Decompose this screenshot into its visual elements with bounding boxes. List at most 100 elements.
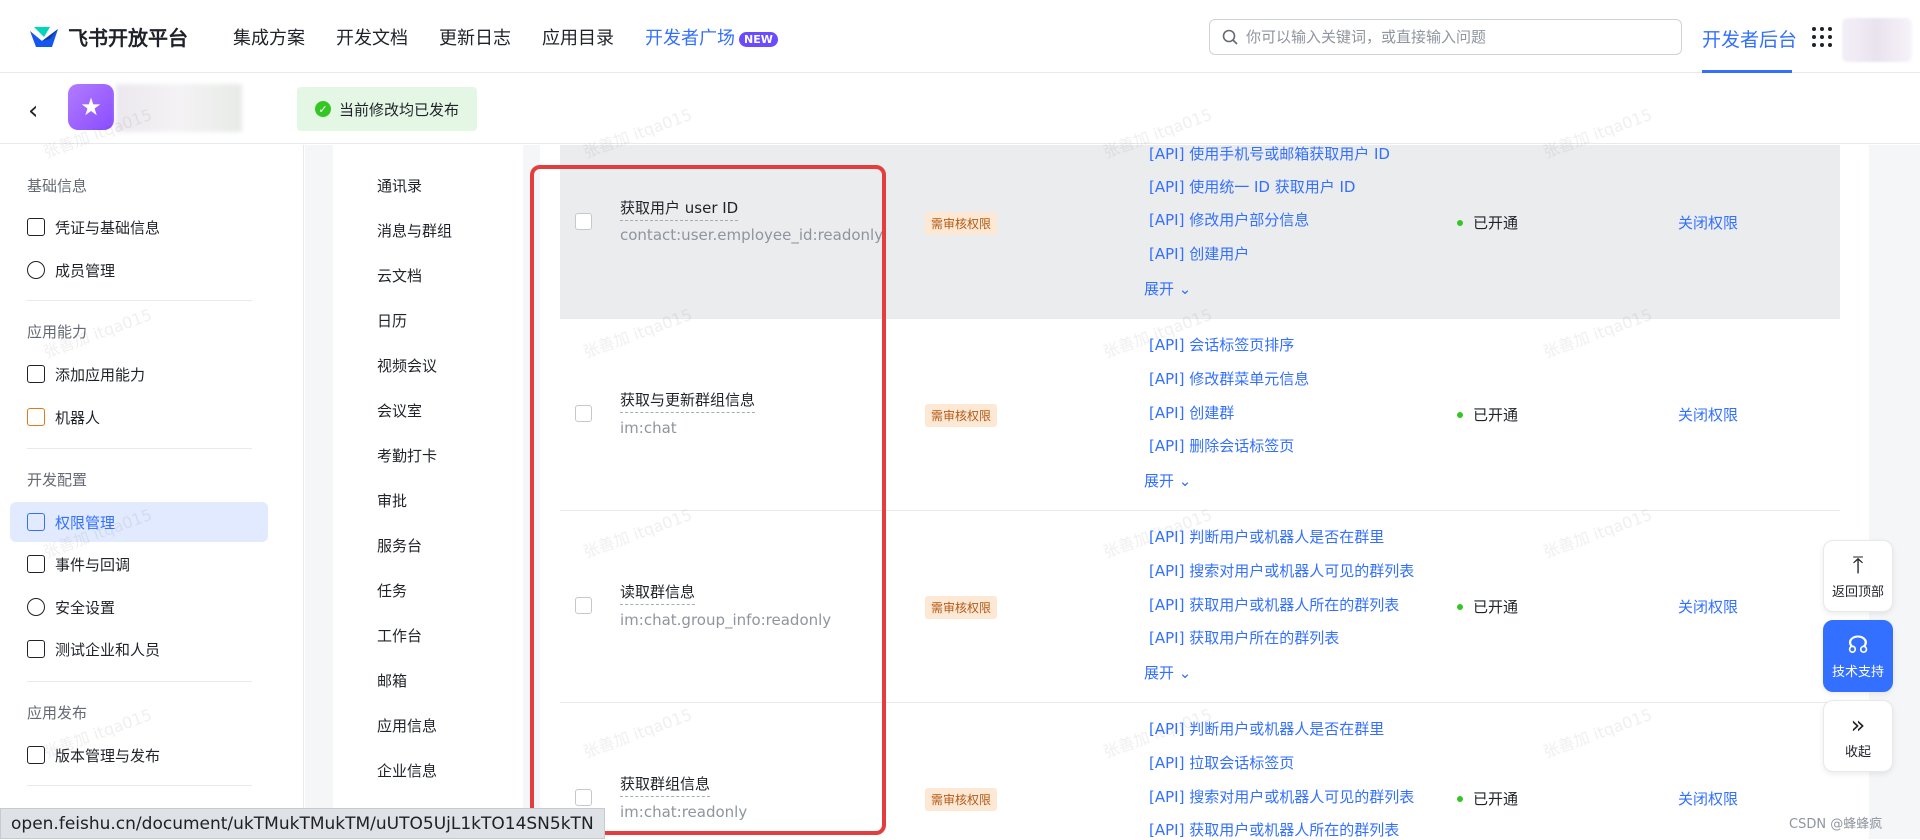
search-input[interactable] (1246, 28, 1666, 46)
app-header: ‹ ★ ✓ 当前修改均已发布 (0, 74, 1920, 144)
sidebar-item-label: 添加应用能力 (55, 365, 146, 384)
category-app-info[interactable]: 应用信息 (377, 715, 437, 736)
category-tenant-info[interactable]: 企业信息 (377, 760, 437, 781)
category-approval[interactable]: 审批 (377, 490, 407, 511)
api-link[interactable]: [API] 获取用户所在的群列表 (1149, 627, 1339, 648)
api-link[interactable]: [API] 修改用户部分信息 (1149, 209, 1309, 230)
upload-icon (27, 746, 45, 764)
api-link[interactable]: [API] 使用统一 ID 获取用户 ID (1149, 176, 1355, 197)
nav-changelog[interactable]: 更新日志 (439, 24, 511, 50)
category-helpdesk[interactable]: 服务台 (377, 535, 422, 556)
sidebar-item-events[interactable]: 事件与回调 (10, 544, 268, 584)
user-add-icon (27, 261, 45, 279)
category-docs[interactable]: 云文档 (377, 265, 422, 286)
status-dot (1457, 219, 1463, 226)
check-circle-icon: ✓ (315, 101, 331, 117)
section-title-app-capabilities: 应用能力 (27, 323, 88, 341)
back-to-top-label: 返回顶部 (1831, 584, 1884, 600)
robot-icon (27, 408, 45, 426)
apps-grid-icon[interactable] (1812, 27, 1832, 47)
user-avatar[interactable] (1842, 18, 1912, 62)
brand-name: 飞书开放平台 (68, 26, 188, 50)
close-permission-link[interactable]: 关闭权限 (1678, 212, 1738, 233)
nav-developer-square[interactable]: 开发者广场 NEW (645, 24, 778, 50)
lock-icon (27, 513, 45, 531)
status-dot (1457, 603, 1463, 610)
api-link[interactable]: [API] 获取用户或机器人所在的群列表 (1149, 819, 1399, 840)
category-tasks[interactable]: 任务 (377, 580, 407, 601)
api-link[interactable]: [API] 搜索对用户或机器人可见的群列表 (1149, 560, 1414, 581)
divider (27, 681, 252, 682)
api-link[interactable]: [API] 修改群菜单元信息 (1149, 368, 1309, 389)
api-link[interactable]: [API] 使用手机号或邮箱获取用户 ID (1149, 143, 1390, 164)
section-title-dev-config: 开发配置 (27, 471, 88, 489)
api-link[interactable]: [API] 搜索对用户或机器人可见的群列表 (1149, 786, 1414, 807)
new-badge: NEW (739, 31, 778, 47)
close-permission-link[interactable]: 关闭权限 (1678, 404, 1738, 425)
category-calendar[interactable]: 日历 (377, 310, 407, 331)
category-rooms[interactable]: 会议室 (377, 400, 422, 421)
back-to-top-button[interactable]: ⤒ 返回顶部 (1823, 540, 1893, 612)
nav-app-directory[interactable]: 应用目录 (542, 24, 614, 50)
audit-required-badge: 需审核权限 (925, 788, 998, 811)
sidebar: 基础信息 凭证与基础信息 成员管理 应用能力 添加应用能力 机器人 开发配置 权… (0, 145, 304, 839)
shield-icon (27, 598, 45, 616)
apps-add-icon (27, 365, 45, 383)
developer-console-link[interactable]: 开发者后台 (1702, 25, 1797, 52)
expand-button[interactable]: 展开 ⌄ (1144, 662, 1191, 683)
permission-code: im:chat.group_info:readonly (620, 611, 832, 629)
sidebar-item-test-tenants[interactable]: 测试企业和人员 (10, 629, 268, 669)
expand-label: 展开 (1144, 664, 1175, 682)
api-link[interactable]: [API] 创建用户 (1149, 243, 1249, 264)
sidebar-item-versions[interactable]: 版本管理与发布 (10, 735, 268, 775)
category-messaging[interactable]: 消息与群组 (377, 220, 452, 241)
api-link[interactable]: [API] 判断用户或机器人是否在群里 (1149, 718, 1384, 739)
row-checkbox[interactable] (575, 405, 592, 422)
search-box (1209, 19, 1682, 55)
api-link[interactable]: [API] 获取用户或机器人所在的群列表 (1149, 594, 1399, 615)
permission-code: contact:user.employee_id:readonly (620, 226, 884, 244)
active-tab-indicator (1702, 70, 1792, 73)
back-arrow-icon[interactable]: ‹ (28, 96, 38, 126)
sidebar-item-credentials[interactable]: 凭证与基础信息 (10, 207, 268, 247)
status-text: 已开通 (1473, 406, 1519, 424)
sidebar-item-security[interactable]: 安全设置 (10, 587, 268, 627)
row-checkbox[interactable] (575, 597, 592, 614)
divider (27, 785, 252, 786)
publish-status-banner: ✓ 当前修改均已发布 (297, 87, 478, 131)
api-link[interactable]: [API] 删除会话标签页 (1149, 435, 1294, 456)
sidebar-item-label: 凭证与基础信息 (55, 218, 161, 237)
close-permission-link[interactable]: 关闭权限 (1678, 788, 1738, 809)
api-link[interactable]: [API] 拉取会话标签页 (1149, 752, 1294, 773)
sidebar-item-add-capability[interactable]: 添加应用能力 (10, 354, 268, 394)
row-checkbox[interactable] (575, 213, 592, 230)
category-contacts[interactable]: 通讯录 (377, 175, 422, 196)
category-workplace[interactable]: 工作台 (377, 625, 422, 646)
api-link[interactable]: [API] 会话标签页排序 (1149, 334, 1294, 355)
nav-docs[interactable]: 开发文档 (336, 24, 408, 50)
expand-button[interactable]: 展开 ⌄ (1144, 470, 1191, 491)
api-link[interactable]: [API] 创建群 (1149, 402, 1234, 423)
audit-required-badge: 需审核权限 (925, 212, 998, 235)
category-mail[interactable]: 邮箱 (377, 670, 407, 691)
section-title-basic-info: 基础信息 (27, 177, 88, 195)
table-row: 获取与更新群组信息 im:chat 需审核权限 [API] 会话标签页排序 [A… (560, 319, 1840, 511)
collapse-button[interactable]: » 收起 (1823, 700, 1893, 772)
nav-integration[interactable]: 集成方案 (233, 24, 305, 50)
chevron-down-icon: ⌄ (1178, 664, 1192, 682)
permission-name: 获取用户 user ID (620, 197, 739, 221)
tech-support-button[interactable]: ☊ 技术支持 (1823, 620, 1893, 692)
category-video[interactable]: 视频会议 (377, 355, 437, 376)
api-link[interactable]: [API] 判断用户或机器人是否在群里 (1149, 526, 1384, 547)
feishu-logo[interactable]: 飞书开放平台 (28, 22, 188, 51)
category-attendance[interactable]: 考勤打卡 (377, 445, 437, 466)
expand-button[interactable]: 展开 ⌄ (1144, 278, 1191, 299)
sidebar-item-permissions[interactable]: 权限管理 (10, 502, 268, 542)
sidebar-item-bot[interactable]: 机器人 (10, 397, 268, 437)
row-checkbox[interactable] (575, 789, 592, 806)
close-permission-link[interactable]: 关闭权限 (1678, 596, 1738, 617)
permission-name: 获取与更新群组信息 (620, 389, 756, 413)
sidebar-item-members[interactable]: 成员管理 (10, 250, 268, 290)
browser-status-url: open.feishu.cn/document/ukTMukTMukTM/uUT… (0, 808, 605, 839)
code-icon (27, 640, 45, 658)
